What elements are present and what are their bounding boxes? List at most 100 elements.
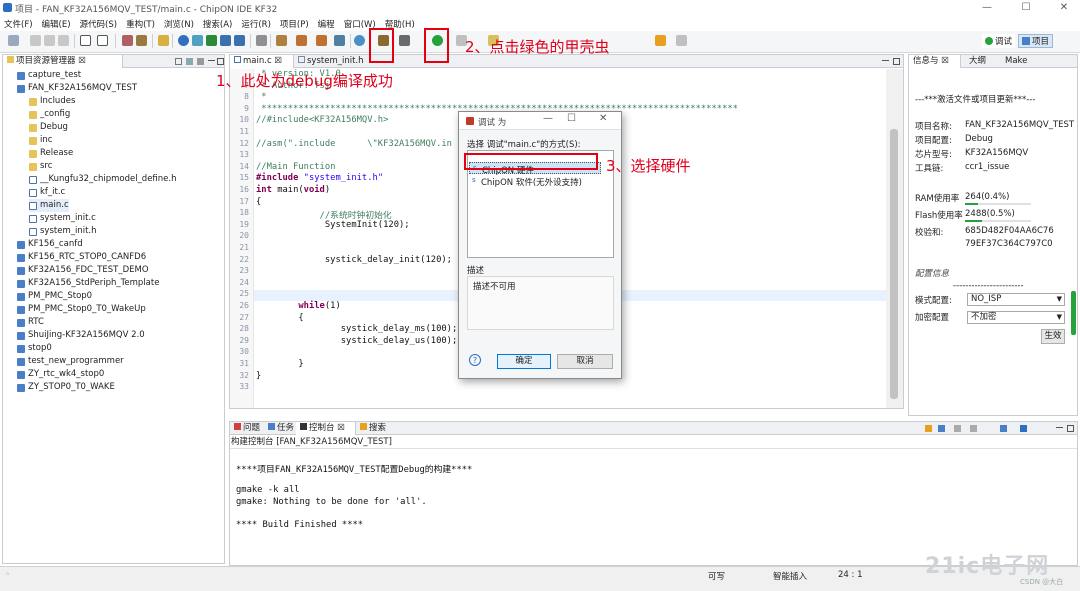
wand-icon[interactable] bbox=[158, 35, 169, 46]
code-line[interactable]: systick_delay_us(100); bbox=[256, 336, 458, 346]
editor-maximize-icon[interactable] bbox=[893, 58, 900, 65]
menu-item[interactable]: 源代码(S) bbox=[80, 18, 118, 30]
chip-icon[interactable] bbox=[256, 35, 267, 46]
tree-item[interactable]: Debug bbox=[29, 121, 68, 134]
console-minimize-icon[interactable] bbox=[1056, 425, 1063, 428]
maximize-view-icon[interactable] bbox=[217, 58, 224, 65]
build-icon[interactable] bbox=[122, 35, 133, 46]
close-button[interactable]: ✕ bbox=[1050, 1, 1078, 15]
menu-item[interactable]: 项目(P) bbox=[280, 18, 309, 30]
code-line[interactable]: while(1) bbox=[256, 301, 340, 311]
tree-item[interactable]: KF156_canfd bbox=[17, 238, 83, 251]
download-icon[interactable] bbox=[206, 35, 217, 46]
tab-make[interactable]: Make bbox=[1001, 55, 1041, 68]
console-clear-icon[interactable] bbox=[954, 425, 961, 432]
tree-item[interactable]: KF32A156_FDC_TEST_DEMO bbox=[17, 264, 149, 277]
view-menu-icon[interactable] bbox=[197, 58, 204, 65]
tree-item[interactable]: test_new_programmer bbox=[17, 355, 124, 368]
perspective-debug[interactable]: 调试 bbox=[982, 34, 1016, 48]
step-icon[interactable] bbox=[220, 35, 231, 46]
tree-item[interactable]: kf_it.c bbox=[29, 186, 65, 199]
tab-main-c[interactable]: main.c ☒ bbox=[230, 55, 294, 68]
tree-item[interactable]: RTC bbox=[17, 316, 44, 329]
console-display-icon[interactable] bbox=[1000, 425, 1007, 432]
clean-icon[interactable] bbox=[136, 35, 147, 46]
console-nav-icon[interactable] bbox=[925, 425, 932, 432]
help-icon[interactable]: ? bbox=[469, 354, 481, 366]
save-icon[interactable] bbox=[30, 35, 41, 46]
link-editor-icon[interactable] bbox=[186, 58, 193, 65]
tree-item[interactable]: capture_test bbox=[17, 69, 81, 82]
save-all-icon[interactable] bbox=[44, 35, 55, 46]
tree-item[interactable]: PM_PMC_Stop0 bbox=[17, 290, 92, 303]
font-icon[interactable] bbox=[97, 35, 108, 46]
tree-item[interactable]: src bbox=[29, 160, 52, 173]
minimize-button[interactable]: — bbox=[973, 1, 1001, 15]
tree-item[interactable]: ShuiJing-KF32A156MQV 2.0 bbox=[17, 329, 145, 342]
minimize-view-icon[interactable] bbox=[208, 58, 215, 61]
step-over-icon[interactable] bbox=[234, 35, 245, 46]
tree-item[interactable]: ZY_STOP0_T0_WAKE bbox=[17, 381, 115, 394]
menu-item[interactable]: 重构(T) bbox=[126, 18, 155, 30]
tree-item[interactable]: system_init.h bbox=[29, 225, 97, 238]
program-icon[interactable] bbox=[276, 35, 287, 46]
tab-console[interactable]: 控制台 ☒ bbox=[296, 422, 356, 435]
menu-item[interactable]: 编程 bbox=[318, 18, 335, 30]
tree-item[interactable]: ZY_rtc_wk4_stop0 bbox=[17, 368, 104, 381]
menu-item[interactable]: 文件(F) bbox=[4, 18, 33, 30]
tab-problems[interactable]: 问题 bbox=[230, 422, 264, 435]
tab-info[interactable]: 信息与 ☒ bbox=[909, 55, 961, 68]
code-line[interactable]: //#include<KF32A156MQV.h> bbox=[256, 115, 388, 125]
tree-item[interactable]: system_init.c bbox=[29, 212, 96, 225]
tree-item[interactable]: FAN_KF32A156MQV_TEST bbox=[17, 82, 137, 95]
code-line[interactable]: * bbox=[256, 92, 266, 102]
code-line[interactable]: //asm(".include \"KF32A156MQV.in bbox=[256, 139, 452, 149]
ok-button[interactable]: 确定 bbox=[497, 354, 551, 369]
tree-item[interactable]: KF32A156_StdPeriph_Template bbox=[17, 277, 159, 290]
menu-item[interactable]: 搜索(A) bbox=[203, 18, 232, 30]
mode-select[interactable]: NO_ISP ▼ bbox=[967, 293, 1065, 306]
editor-scroll-thumb[interactable] bbox=[890, 129, 898, 399]
code-line[interactable]: { bbox=[256, 313, 303, 323]
tree-item[interactable]: __Kungfu32_chipmodel_define.h bbox=[29, 173, 177, 186]
editor-scrollbar[interactable] bbox=[886, 69, 903, 408]
tab-search[interactable]: 搜索 bbox=[356, 422, 390, 435]
code-line[interactable]: { bbox=[256, 197, 261, 207]
globe-icon[interactable] bbox=[178, 35, 189, 46]
tree-item[interactable]: PM_PMC_Stop0_T0_WakeUp bbox=[17, 303, 146, 316]
format-icon[interactable] bbox=[80, 35, 91, 46]
menu-item[interactable]: 运行(R) bbox=[241, 18, 271, 30]
code-line[interactable]: #include "system_init.h" bbox=[256, 173, 383, 183]
info-scroll-thumb[interactable] bbox=[1071, 291, 1076, 335]
gear-icon[interactable] bbox=[399, 35, 410, 46]
code-line[interactable]: SystemInit(120); bbox=[256, 220, 410, 230]
tree-item[interactable]: Includes bbox=[29, 95, 75, 108]
target-icon[interactable] bbox=[354, 35, 365, 46]
editor-minimize-icon[interactable] bbox=[882, 58, 889, 61]
apply-button[interactable]: 生效 bbox=[1041, 329, 1065, 344]
code-line[interactable]: int main(void) bbox=[256, 185, 330, 195]
option-chipon-software[interactable]: s ChipON 软件(无外设支持) bbox=[469, 175, 609, 188]
code-line[interactable]: //Main Function bbox=[256, 162, 335, 172]
menu-item[interactable]: 编辑(E) bbox=[42, 18, 71, 30]
dialog-minimize-button[interactable]: — bbox=[543, 113, 553, 124]
dialog-maximize-button[interactable]: ☐ bbox=[567, 113, 576, 124]
tree-item[interactable]: main.c bbox=[29, 199, 69, 212]
tab-project-explorer[interactable]: 项目资源管理器 ☒ bbox=[3, 55, 123, 68]
tree-item[interactable]: stop0 bbox=[17, 342, 52, 355]
config-icon[interactable] bbox=[334, 35, 345, 46]
maximize-button[interactable]: ☐ bbox=[1012, 1, 1040, 15]
tree-item[interactable]: _config bbox=[29, 108, 70, 121]
code-line[interactable]: } bbox=[256, 359, 303, 369]
link-icon[interactable] bbox=[192, 35, 203, 46]
console-maximize-icon[interactable] bbox=[1067, 425, 1074, 432]
dialog-close-button[interactable]: ✕ bbox=[599, 113, 607, 124]
code-line[interactable]: } bbox=[256, 371, 261, 381]
tree-item[interactable]: KF156_RTC_STOP0_CANFD6 bbox=[17, 251, 146, 264]
tree-item[interactable]: inc bbox=[29, 134, 52, 147]
tab-outline[interactable]: 大纲 bbox=[965, 55, 999, 68]
verify-icon[interactable] bbox=[316, 35, 327, 46]
tree-item[interactable]: Release bbox=[29, 147, 73, 160]
collapse-all-icon[interactable] bbox=[175, 58, 182, 65]
print-icon[interactable] bbox=[58, 35, 69, 46]
